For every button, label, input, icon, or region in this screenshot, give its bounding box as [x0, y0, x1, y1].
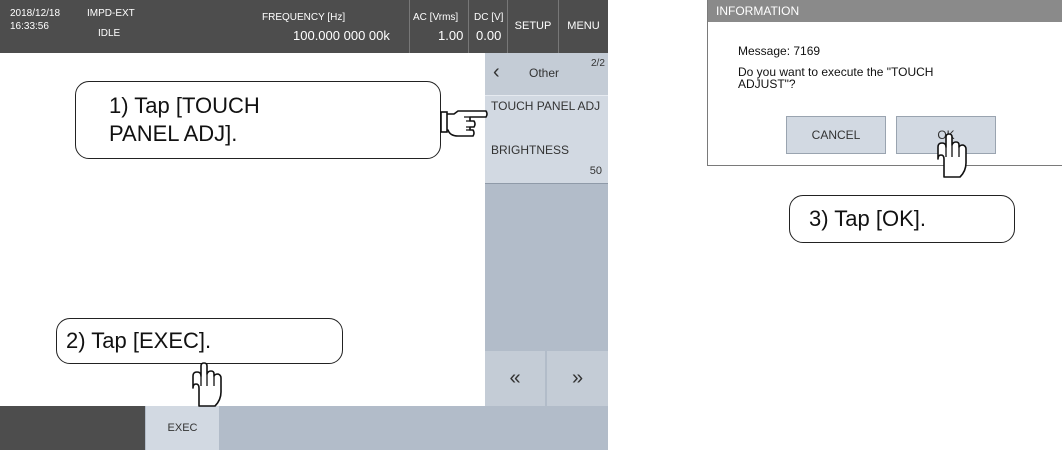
callout-step-3-text: 3) Tap [OK]. [809, 206, 926, 231]
source-text: IMPD-EXT [87, 8, 135, 19]
callout-step-3: 3) Tap [OK]. [789, 195, 1015, 243]
frequency-value[interactable]: 100.000 000 00k [293, 28, 390, 43]
callout-step-1: 1) Tap [TOUCH PANEL ADJ]. [75, 81, 441, 159]
pointing-hand-icon [440, 110, 488, 137]
status-text: IDLE [98, 28, 121, 39]
ac-value[interactable]: 1.00 [438, 28, 463, 43]
bottom-bar: EXEC [0, 406, 608, 450]
next-page-button[interactable]: » [547, 351, 608, 406]
setup-button[interactable]: SETUP [508, 0, 558, 53]
cancel-button[interactable]: CANCEL [786, 116, 886, 154]
chevron-left-icon[interactable]: ‹ [493, 61, 500, 84]
callout-step-1-text: 1) Tap [TOUCH PANEL ADJ]. [109, 93, 260, 146]
bottom-bar-left [0, 406, 145, 450]
information-dialog: INFORMATION Message: 7169 Do you want to… [707, 0, 1062, 166]
page-indicator: 2/2 [591, 58, 605, 69]
frequency-label: FREQUENCY [Hz] [262, 12, 346, 23]
exec-button[interactable]: EXEC [146, 406, 219, 450]
brightness-value: 50 [589, 165, 602, 177]
status-bar: 2018/12/18 16:33:56 IMPD-EXT IDLE FREQUE… [0, 0, 608, 53]
touch-panel-adj-label: TOUCH PANEL ADJ [491, 99, 601, 113]
time-text: 16:33:56 [10, 21, 49, 32]
callout-step-2-text: 2) Tap [EXEC]. [66, 328, 212, 353]
dialog-message: Message: 7169 [738, 44, 821, 58]
dialog-title-bar: INFORMATION [708, 0, 1062, 22]
ac-label: AC [Vrms] [413, 12, 459, 23]
brightness-button[interactable]: BRIGHTNESS 50 [485, 141, 608, 184]
divider [468, 0, 469, 53]
side-menu-header: ‹ Other 2/2 [485, 53, 608, 95]
brightness-label: BRIGHTNESS [491, 143, 570, 157]
dialog-question: Do you want to execute the "TOUCH ADJUST… [738, 65, 934, 91]
tapping-hand-icon [192, 362, 222, 407]
previous-page-button[interactable]: « [485, 351, 545, 406]
divider [409, 0, 410, 53]
callout-step-2: 2) Tap [EXEC]. [56, 318, 343, 364]
dialog-title: INFORMATION [716, 4, 800, 18]
tapping-hand-icon [937, 133, 967, 178]
menu-button[interactable]: MENU [559, 0, 608, 53]
instrument-screen: 2018/12/18 16:33:56 IMPD-EXT IDLE FREQUE… [0, 0, 608, 450]
side-menu-title: Other [529, 66, 560, 80]
dc-label: DC [V] [474, 12, 504, 23]
dc-value[interactable]: 0.00 [476, 28, 501, 43]
touch-panel-adj-button[interactable]: TOUCH PANEL ADJ [485, 95, 608, 143]
side-menu: ‹ Other 2/2 TOUCH PANEL ADJ BRIGHTNESS 5… [485, 53, 608, 406]
date-text: 2018/12/18 [10, 8, 61, 19]
